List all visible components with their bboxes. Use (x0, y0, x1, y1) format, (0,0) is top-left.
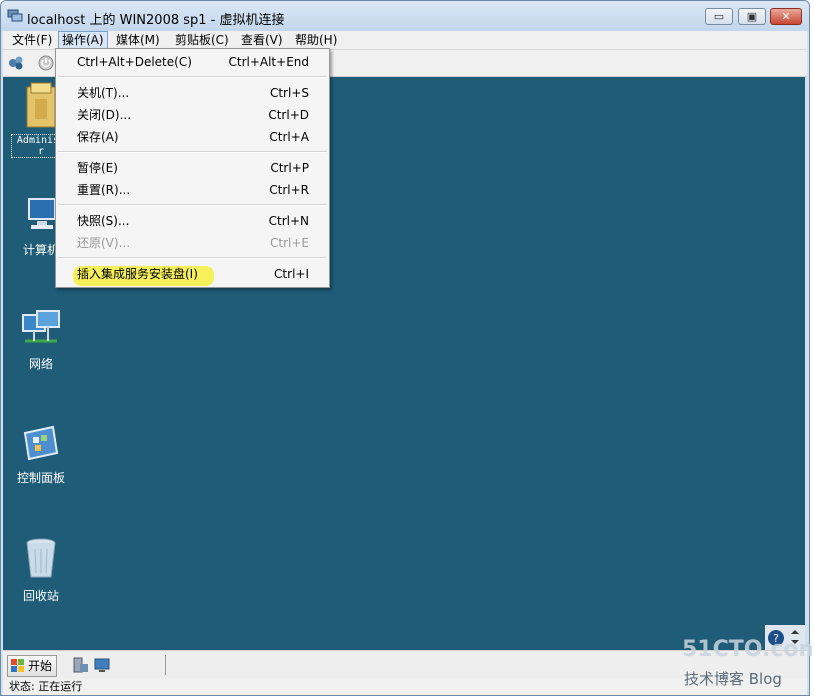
menu-item-pause[interactable]: 暂停(E) Ctrl+P (56, 158, 329, 178)
menu-clipboard[interactable]: 剪贴板(C) (172, 32, 232, 48)
menu-item-shortcut: Ctrl+A (269, 130, 309, 144)
status-text: 状态: 正在运行 (9, 680, 83, 693)
menu-file[interactable]: 文件(F) (9, 32, 55, 48)
desktop-icon-label: 控制面板 (16, 471, 65, 485)
action-menu-dropdown: Ctrl+Alt+Delete(C) Ctrl+Alt+End 关机(T)...… (55, 48, 330, 288)
vm-scroll-controls: ? (765, 625, 805, 650)
recycle-bin-icon (26, 538, 56, 578)
menu-item-shortcut: Ctrl+N (268, 214, 309, 228)
power-icon[interactable] (37, 54, 55, 72)
menu-item-shortcut: Ctrl+D (268, 108, 309, 122)
menu-view[interactable]: 查看(V) (238, 32, 286, 48)
maximize-button[interactable]: ▣ (738, 8, 766, 25)
desktop-icon-label: 回收站 (22, 589, 59, 603)
menu-separator (58, 151, 327, 153)
menu-item-ctrl-alt-delete[interactable]: Ctrl+Alt+Delete(C) Ctrl+Alt+End (56, 52, 329, 72)
menu-media[interactable]: 媒体(M) (113, 32, 163, 48)
network-icon (22, 310, 60, 343)
menu-item-reset[interactable]: 重置(R)... Ctrl+R (56, 180, 329, 200)
menu-item-label: 保存(A) (77, 130, 119, 144)
svg-text:?: ? (773, 632, 779, 645)
menu-item-save[interactable]: 保存(A) Ctrl+A (56, 127, 329, 147)
menu-help[interactable]: 帮助(H) (292, 32, 340, 48)
window-title: localhost 上的 WIN2008 sp1 - 虚拟机连接 (27, 13, 285, 28)
menu-item-label: 关机(T)... (77, 86, 130, 100)
start-label: 开始 (28, 659, 53, 673)
menu-item-shortcut: Ctrl+R (269, 183, 309, 197)
menu-item-shortcut: Ctrl+P (270, 161, 309, 175)
minimize-icon: ▭ (713, 10, 725, 23)
menu-item-label: 关闭(D)... (77, 108, 132, 122)
menu-separator (58, 204, 327, 206)
minimize-button[interactable]: ▭ (705, 8, 733, 25)
menu-item-shortcut: Ctrl+S (269, 86, 309, 100)
show-desktop-icon[interactable] (93, 656, 111, 674)
menu-item-label: 快照(S)... (77, 214, 130, 228)
menu-item-snapshot[interactable]: 快照(S)... Ctrl+N (56, 211, 329, 231)
scroll-arrows-icon[interactable] (789, 627, 801, 647)
ctrl-alt-del-icon[interactable] (7, 54, 25, 72)
menu-item-shortcut: Ctrl+Alt+End (228, 55, 309, 69)
close-button[interactable]: ✕ (770, 8, 802, 25)
menu-item-shutdown[interactable]: 关机(T)... Ctrl+S (56, 83, 329, 103)
desktop-icon-control-panel[interactable]: 控制面板 (9, 423, 73, 486)
status-bar: 状态: 正在运行 (3, 679, 807, 695)
maximize-icon: ▣ (746, 10, 758, 23)
taskbar-divider (165, 655, 166, 675)
menu-item-revert: 还原(V)... Ctrl+E (56, 233, 329, 253)
vm-connection-icon (7, 9, 23, 22)
desktop-icon-network[interactable]: 网络 (9, 309, 73, 372)
menu-item-label: 插入集成服务安装盘(I) (77, 267, 198, 281)
menu-item-turn-off[interactable]: 关闭(D)... Ctrl+D (56, 105, 329, 125)
menu-item-label: Ctrl+Alt+Delete(C) (77, 55, 192, 69)
desktop-icon-label: 网络 (28, 357, 53, 371)
help-icon[interactable]: ? (767, 629, 785, 647)
menu-action[interactable]: 操作(A) (58, 31, 108, 49)
menu-item-label: 暂停(E) (77, 161, 118, 175)
menu-item-label: 重置(R)... (77, 183, 131, 197)
menu-separator (58, 257, 327, 259)
title-bar: localhost 上的 WIN2008 sp1 - 虚拟机连接 ▭ ▣ ✕ (1, 1, 809, 31)
menu-item-label: 还原(V)... (77, 236, 131, 250)
menu-item-insert-integration-services[interactable]: 插入集成服务安装盘(I) Ctrl+I (56, 264, 329, 284)
close-icon: ✕ (781, 10, 791, 23)
desktop-icon-recycle-bin[interactable]: 回收站 (9, 537, 73, 604)
menu-item-shortcut: Ctrl+I (274, 267, 309, 281)
guest-taskbar: 开始 (3, 650, 807, 679)
menu-item-shortcut: Ctrl+E (270, 236, 309, 250)
start-button[interactable]: 开始 (7, 655, 58, 677)
menu-separator (58, 76, 327, 78)
server-manager-icon[interactable] (71, 656, 89, 674)
control-panel-icon (23, 425, 59, 461)
windows-logo-icon (11, 659, 24, 672)
